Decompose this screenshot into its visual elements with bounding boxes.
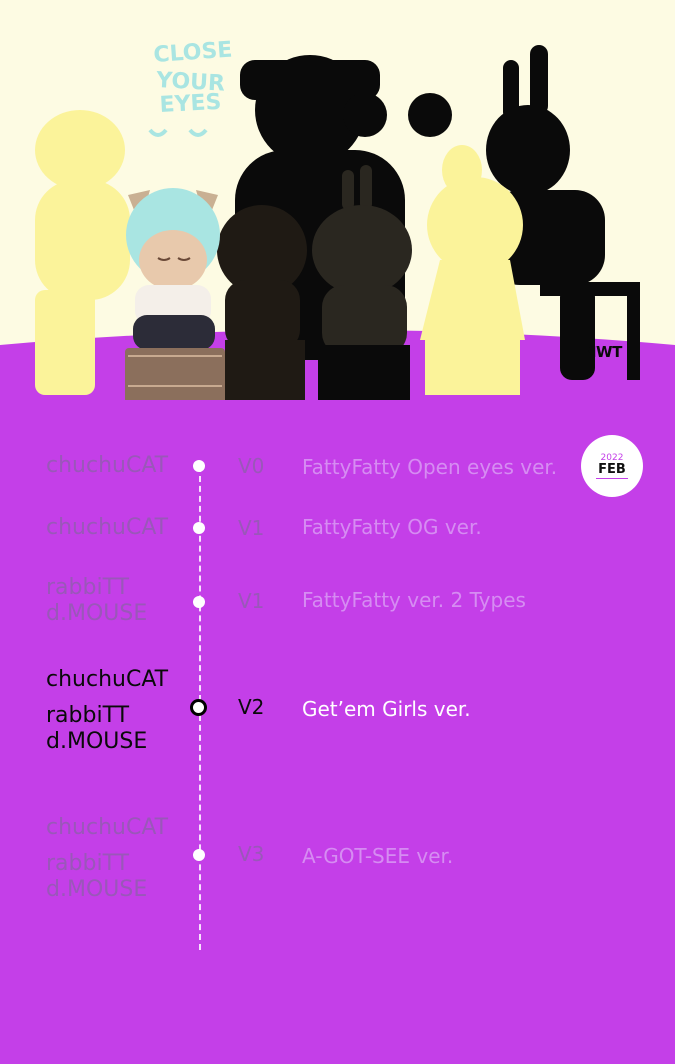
row-version: V1 bbox=[238, 589, 265, 613]
row-description: A-GOT-SEE ver. bbox=[302, 844, 454, 868]
date-badge: 2022 FEB bbox=[581, 435, 643, 497]
row-name: d.MOUSE bbox=[46, 601, 148, 626]
hero-illustration: CLOSE YOUR EYES bbox=[0, 0, 675, 400]
row-name: chuchuCAT bbox=[46, 453, 169, 478]
row-names: rabbiTT d.MOUSE bbox=[46, 575, 147, 627]
row-description: FattyFatty OG ver. bbox=[302, 515, 482, 539]
row-name: d.MOUSE bbox=[46, 877, 148, 902]
badge-month: FEB bbox=[598, 462, 626, 477]
row-version: V3 bbox=[238, 842, 265, 866]
nwt-logo: NWT bbox=[584, 343, 622, 361]
row-description: FattyFatty Open eyes ver. bbox=[302, 455, 558, 479]
svg-text:EYES: EYES bbox=[159, 90, 222, 118]
timeline-dot bbox=[193, 596, 205, 608]
row-version: V1 bbox=[238, 516, 265, 540]
row-name: rabbiTT bbox=[46, 851, 130, 876]
row-name: rabbiTT bbox=[46, 703, 130, 728]
row-name: d.MOUSE bbox=[46, 729, 148, 754]
row-name: chuchuCAT bbox=[46, 667, 169, 692]
hero-banner: CLOSE YOUR EYES NWT bbox=[0, 0, 675, 400]
row-names: chuchuCAT rabbiTT d.MOUSE bbox=[46, 815, 168, 903]
row-names: chuchuCAT bbox=[46, 453, 168, 479]
row-description: FattyFatty ver. 2 Types bbox=[302, 588, 526, 612]
row-name: rabbiTT bbox=[46, 575, 130, 600]
row-names: chuchuCAT bbox=[46, 515, 168, 541]
chuchucat-figure bbox=[125, 188, 225, 400]
badge-divider bbox=[596, 478, 628, 479]
timeline-dot bbox=[193, 849, 205, 861]
timeline-dot bbox=[193, 460, 205, 472]
row-names: chuchuCAT rabbiTT d.MOUSE bbox=[46, 667, 168, 755]
row-description: Get’em Girls ver. bbox=[302, 697, 471, 721]
row-version: V2 bbox=[238, 695, 265, 719]
dark-figure-middle bbox=[217, 205, 307, 400]
row-name: chuchuCAT bbox=[46, 815, 169, 840]
timeline-dot-active bbox=[190, 699, 207, 716]
row-version: V0 bbox=[238, 454, 265, 478]
row-name: chuchuCAT bbox=[46, 515, 169, 540]
timeline-dot bbox=[193, 522, 205, 534]
